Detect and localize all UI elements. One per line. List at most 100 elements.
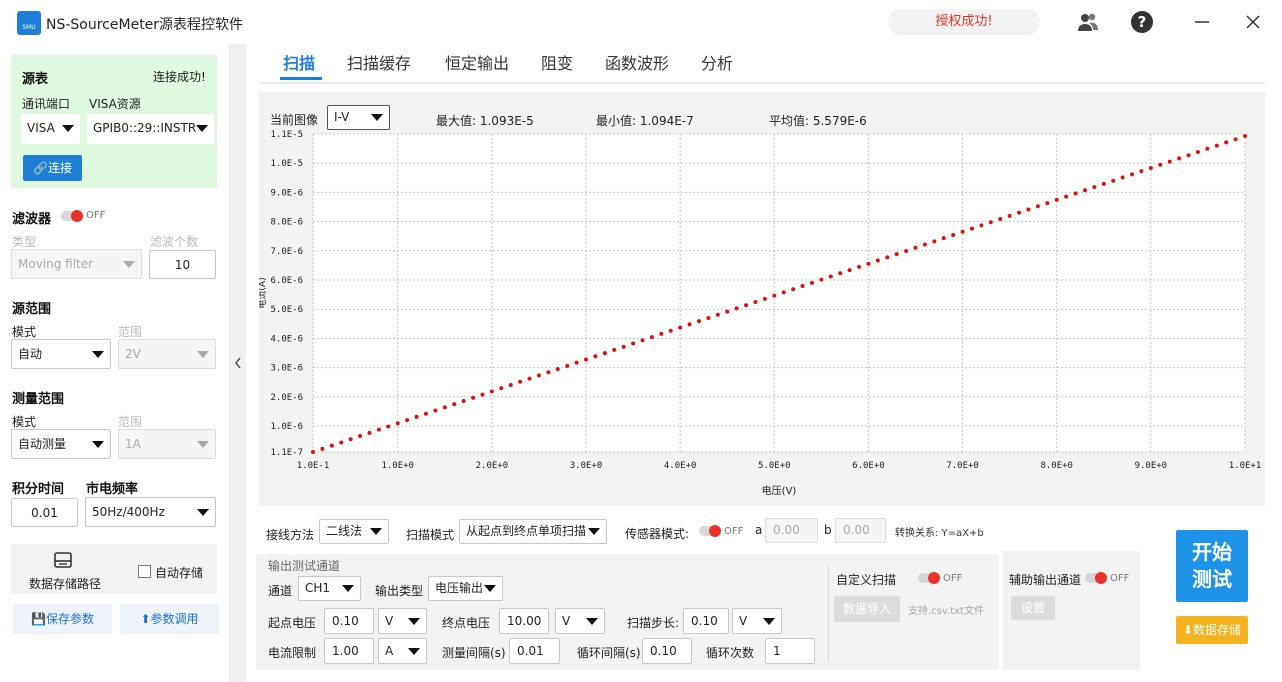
output-group-title: 输出测试通道 xyxy=(268,559,341,573)
data-point xyxy=(1186,153,1191,158)
data-point xyxy=(536,373,541,378)
wiring-method-select[interactable]: 二线法 xyxy=(319,519,389,544)
source-range-select[interactable]: 2V xyxy=(118,339,216,369)
integration-input[interactable]: 0.01 xyxy=(11,498,78,527)
data-point xyxy=(631,341,636,346)
loop-count-label: 循环次数 xyxy=(706,646,755,660)
start-voltage-input[interactable]: 0.10 xyxy=(324,608,374,634)
help-icon[interactable]: ? xyxy=(1130,10,1154,34)
auto-save-checkbox[interactable] xyxy=(138,565,151,578)
close-icon[interactable] xyxy=(1241,10,1265,34)
data-point xyxy=(1064,194,1069,199)
measure-interval-input[interactable]: 0.01 xyxy=(509,638,560,664)
coef-b-input[interactable]: 0.00 xyxy=(835,518,886,543)
data-point xyxy=(885,255,890,260)
start-unit-select[interactable]: V xyxy=(378,608,427,634)
source-mode-label: 模式 xyxy=(12,325,37,339)
limit-unit-select[interactable]: A xyxy=(378,638,427,664)
current-limit-input[interactable]: 1.00 xyxy=(324,638,374,664)
data-point xyxy=(1195,150,1200,155)
data-point xyxy=(753,300,758,305)
data-point xyxy=(386,424,391,429)
data-import-button[interactable]: 数据导入 xyxy=(834,596,900,622)
chevron-left-icon[interactable] xyxy=(233,356,243,373)
chevron-down-icon xyxy=(370,528,382,535)
iv-chart: 1.0E-1 1.0E+0 2.0E+0 3.0E+0 4.0E+0 5.0E+0 6.0E… xyxy=(259,130,1262,497)
source-mode-select[interactable]: 自动 xyxy=(11,339,111,369)
custom-scan-toggle-state: OFF xyxy=(943,573,963,584)
filter-toggle[interactable] xyxy=(61,210,83,222)
sensor-mode-label: 传感器模式: xyxy=(625,527,690,541)
visa-label: VISA资源 xyxy=(89,97,141,111)
step-unit-select[interactable]: V xyxy=(732,608,782,634)
data-point xyxy=(791,287,796,292)
data-point xyxy=(969,226,974,231)
x-tick-label: 3.0E+0 xyxy=(570,461,603,471)
aux-settings-button[interactable]: 设置 xyxy=(1011,596,1055,620)
save-data-button[interactable]: ⬇数据存储 xyxy=(1176,616,1248,644)
data-point xyxy=(781,290,786,295)
import-hint: 支持.csv.txt文件 xyxy=(908,606,984,617)
storage-path-label[interactable]: 数据存储路径 xyxy=(29,575,101,592)
upload-icon: ⬆ xyxy=(140,612,151,626)
coef-a-input[interactable]: 0.00 xyxy=(765,518,818,543)
data-point xyxy=(1092,185,1097,190)
loop-interval-input[interactable]: 0.10 xyxy=(642,638,692,664)
y-tick-label: 9.0E-6 xyxy=(270,188,303,198)
data-point xyxy=(1082,188,1087,193)
aux-output-toggle[interactable] xyxy=(1085,572,1107,584)
data-point xyxy=(442,405,447,410)
wiring-method-value: 二线法 xyxy=(326,524,363,538)
filter-count-input[interactable]: 10 xyxy=(149,250,216,279)
step-input[interactable]: 0.10 xyxy=(683,608,729,634)
tab-resistive[interactable]: 阻变 xyxy=(541,50,573,74)
end-unit-select[interactable]: V xyxy=(555,608,605,634)
chevron-down-icon xyxy=(484,585,496,592)
data-point xyxy=(1158,162,1163,167)
channel-select[interactable]: CH1 xyxy=(298,576,361,601)
load-params-button[interactable]: ⬆参数调用 xyxy=(120,604,219,634)
measure-range-select[interactable]: 1A xyxy=(118,429,216,459)
tab-function-wave[interactable]: 函数波形 xyxy=(605,50,669,74)
start-test-button[interactable]: 开始 测试 xyxy=(1176,530,1248,602)
line-freq-select[interactable]: 50Hz/400Hz xyxy=(85,497,216,527)
auto-save-label: 自动存储 xyxy=(155,566,204,580)
stat-avg: 平均值: 5.579E-6 xyxy=(769,114,867,128)
coef-a-label: a xyxy=(755,523,763,537)
data-point xyxy=(423,411,428,416)
custom-scan-toggle[interactable] xyxy=(918,572,940,584)
save-icon: 💾 xyxy=(31,612,46,626)
channel-value: CH1 xyxy=(305,581,331,595)
measure-mode-select[interactable]: 自动测量 xyxy=(11,429,111,459)
tab-scan[interactable]: 扫描 xyxy=(283,50,315,74)
sensor-toggle[interactable] xyxy=(699,525,721,537)
filter-type-select[interactable]: Moving filter xyxy=(11,249,142,279)
connect-button[interactable]: 🔗连接 xyxy=(23,155,82,181)
filter-toggle-state: OFF xyxy=(86,210,106,221)
data-point xyxy=(1007,213,1012,218)
tab-constant-output[interactable]: 恒定输出 xyxy=(445,50,509,74)
data-point xyxy=(546,370,551,375)
output-type-select[interactable]: 电压输出 xyxy=(428,576,503,601)
data-point xyxy=(489,389,494,394)
minimize-icon[interactable] xyxy=(1190,10,1214,34)
scan-mode-select[interactable]: 从起点到终点单项扫描 xyxy=(459,519,607,544)
wiring-method-label: 接线方法 xyxy=(266,528,315,542)
storage-folder-icon[interactable] xyxy=(53,551,73,572)
x-tick-label: 1.0E+1 xyxy=(1229,461,1262,471)
save-params-button[interactable]: 💾保存参数 xyxy=(13,604,112,634)
load-params-label: 参数调用 xyxy=(150,612,199,626)
tab-scan-cache[interactable]: 扫描缓存 xyxy=(347,50,411,74)
current-image-select[interactable]: I-V xyxy=(327,105,390,130)
port-select[interactable]: VISA xyxy=(21,114,80,144)
tab-analysis[interactable]: 分析 xyxy=(701,50,733,74)
chevron-down-icon xyxy=(586,618,598,625)
data-point xyxy=(508,382,513,387)
custom-scan-divider xyxy=(828,566,829,662)
end-voltage-input[interactable]: 10.00 xyxy=(499,608,549,634)
loop-count-input[interactable]: 1 xyxy=(765,638,815,664)
user-group-icon[interactable] xyxy=(1076,10,1100,34)
toggle-knob xyxy=(71,210,83,222)
visa-select[interactable]: GPIB0::29::INSTR xyxy=(87,114,214,144)
data-point xyxy=(1139,169,1144,174)
